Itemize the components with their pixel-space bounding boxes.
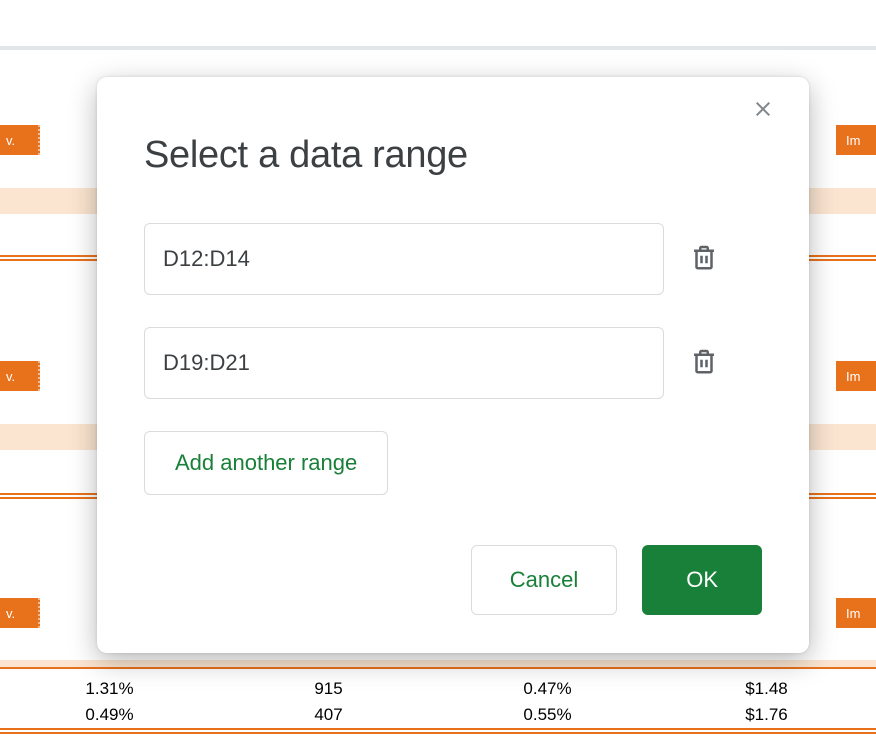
bg-header-right: Im <box>836 125 876 155</box>
bg-header-right-2: Im <box>836 361 876 391</box>
trash-icon <box>689 242 719 272</box>
delete-range-button[interactable] <box>689 346 723 380</box>
range-input-1[interactable] <box>144 223 664 295</box>
bg-double-border-3 <box>0 728 876 734</box>
bg-header-left-3: v. <box>0 598 40 628</box>
bg-header-left: v. <box>0 125 40 155</box>
table-row: 0.49% 407 0.55% $1.76 <box>0 702 876 728</box>
cell: 0.55% <box>438 705 657 725</box>
bg-header-right-3: Im <box>836 598 876 628</box>
close-icon <box>751 97 775 121</box>
add-another-range-button[interactable]: Add another range <box>144 431 388 495</box>
bg-single-border <box>0 667 876 669</box>
cell: $1.76 <box>657 705 876 725</box>
cell: 407 <box>219 705 438 725</box>
select-data-range-dialog: Select a data range Add another range Ca… <box>97 77 809 653</box>
cell: 1.31% <box>0 679 219 699</box>
delete-range-button[interactable] <box>689 242 723 276</box>
cell: 0.49% <box>0 705 219 725</box>
trash-icon <box>689 346 719 376</box>
cancel-button[interactable]: Cancel <box>471 545 617 615</box>
close-button[interactable] <box>751 97 781 127</box>
table-row: 1.31% 915 0.47% $1.48 <box>0 676 876 702</box>
bg-header-left-2: v. <box>0 361 40 391</box>
range-row <box>144 223 762 295</box>
ok-button[interactable]: OK <box>642 545 762 615</box>
cell: $1.48 <box>657 679 876 699</box>
bg-light-band-3 <box>0 660 876 667</box>
dialog-title: Select a data range <box>144 134 762 177</box>
dialog-actions: Cancel OK <box>144 545 762 615</box>
cell: 915 <box>219 679 438 699</box>
range-input-2[interactable] <box>144 327 664 399</box>
cell: 0.47% <box>438 679 657 699</box>
background-divider <box>0 46 876 50</box>
range-row <box>144 327 762 399</box>
